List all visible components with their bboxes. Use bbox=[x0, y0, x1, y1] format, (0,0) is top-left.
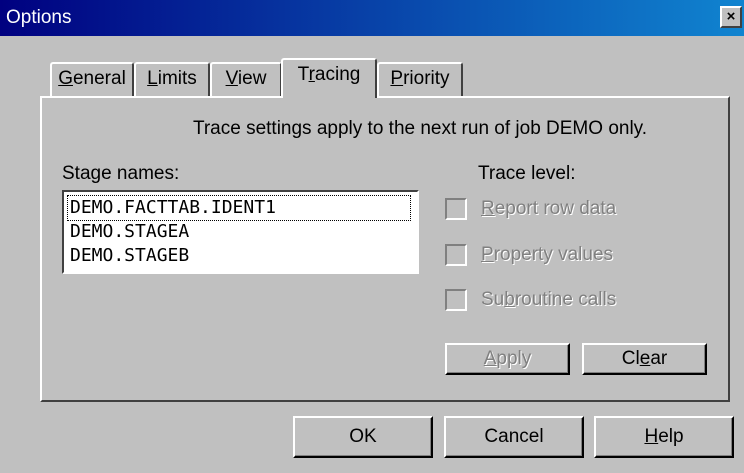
tab-label-mnemonic: L bbox=[147, 68, 158, 89]
button-label-post: ar bbox=[650, 348, 668, 369]
trace-info-text: Trace settings apply to the next run of … bbox=[192, 118, 648, 139]
tab-label-post: imits bbox=[157, 68, 197, 89]
tab-label-mnemonic: G bbox=[58, 68, 73, 89]
close-button[interactable]: × bbox=[720, 6, 742, 28]
property-values-checkbox[interactable]: Property values bbox=[445, 243, 613, 267]
help-button[interactable]: Help bbox=[594, 416, 734, 458]
button-label-mnemonic: A bbox=[483, 348, 497, 369]
button-label-post: elp bbox=[658, 426, 684, 447]
list-item[interactable]: DEMO.FACTTAB.IDENT1 bbox=[67, 195, 411, 221]
list-item[interactable]: DEMO.STAGEB bbox=[68, 244, 189, 268]
window-title: Options bbox=[6, 7, 72, 28]
checkbox-label-post: eport row data bbox=[494, 198, 617, 219]
checkbox-label-mnemonic: P bbox=[481, 244, 494, 265]
button-label-mnemonic: e bbox=[639, 348, 651, 369]
button-label-mnemonic: H bbox=[644, 426, 659, 447]
cancel-button-label: Cancel bbox=[484, 426, 544, 447]
stage-names-listbox[interactable]: DEMO.FACTTAB.IDENT1 DEMO.STAGEA DEMO.STA… bbox=[62, 190, 419, 274]
tab-label-pre: T bbox=[297, 64, 309, 85]
tab-label-post: acing bbox=[314, 64, 361, 85]
tab-label-post: iew bbox=[237, 68, 267, 89]
options-dialog: Options × General Limits View Tracing Pr… bbox=[0, 0, 744, 473]
tab-priority[interactable]: Priority bbox=[377, 62, 463, 96]
checkbox-label-post: routine calls bbox=[514, 289, 617, 310]
stage-names-label: Stage names: bbox=[62, 163, 180, 184]
ok-button-label: OK bbox=[349, 426, 377, 447]
tab-tracing[interactable]: Tracing bbox=[281, 58, 377, 98]
tab-view[interactable]: View bbox=[210, 62, 282, 96]
cancel-button[interactable]: Cancel bbox=[444, 416, 584, 458]
checkbox-box[interactable] bbox=[445, 198, 467, 220]
checkbox-label-post: roperty values bbox=[493, 244, 614, 265]
list-item[interactable]: DEMO.STAGEA bbox=[68, 220, 189, 244]
tab-general[interactable]: General bbox=[50, 62, 134, 96]
checkbox-label-mnemonic: b bbox=[504, 289, 515, 310]
report-row-data-checkbox[interactable]: Report row data bbox=[445, 197, 616, 221]
tab-label-post: eneral bbox=[72, 68, 126, 89]
checkbox-label-mnemonic: R bbox=[481, 198, 495, 219]
tab-label-mnemonic: P bbox=[390, 68, 404, 89]
checkbox-box[interactable] bbox=[445, 289, 467, 311]
ok-button[interactable]: OK bbox=[293, 416, 433, 458]
tab-label-post: riority bbox=[403, 68, 450, 89]
close-icon: × bbox=[726, 8, 736, 25]
tab-limits[interactable]: Limits bbox=[134, 62, 210, 96]
clear-button[interactable]: Clear bbox=[582, 343, 707, 375]
tab-label-mnemonic: V bbox=[225, 68, 238, 89]
active-tab-joiner bbox=[283, 94, 374, 100]
checkbox-box[interactable] bbox=[445, 244, 467, 266]
checkbox-label-pre: Su bbox=[481, 289, 505, 310]
button-label-post: pply bbox=[496, 348, 532, 369]
subroutine-calls-checkbox[interactable]: Su b routine calls bbox=[445, 288, 616, 312]
apply-button[interactable]: Apply bbox=[445, 343, 570, 375]
title-bar[interactable]: Options × bbox=[0, 0, 744, 36]
trace-level-label: Trace level: bbox=[478, 163, 576, 184]
button-label-pre: Cl bbox=[621, 348, 640, 369]
